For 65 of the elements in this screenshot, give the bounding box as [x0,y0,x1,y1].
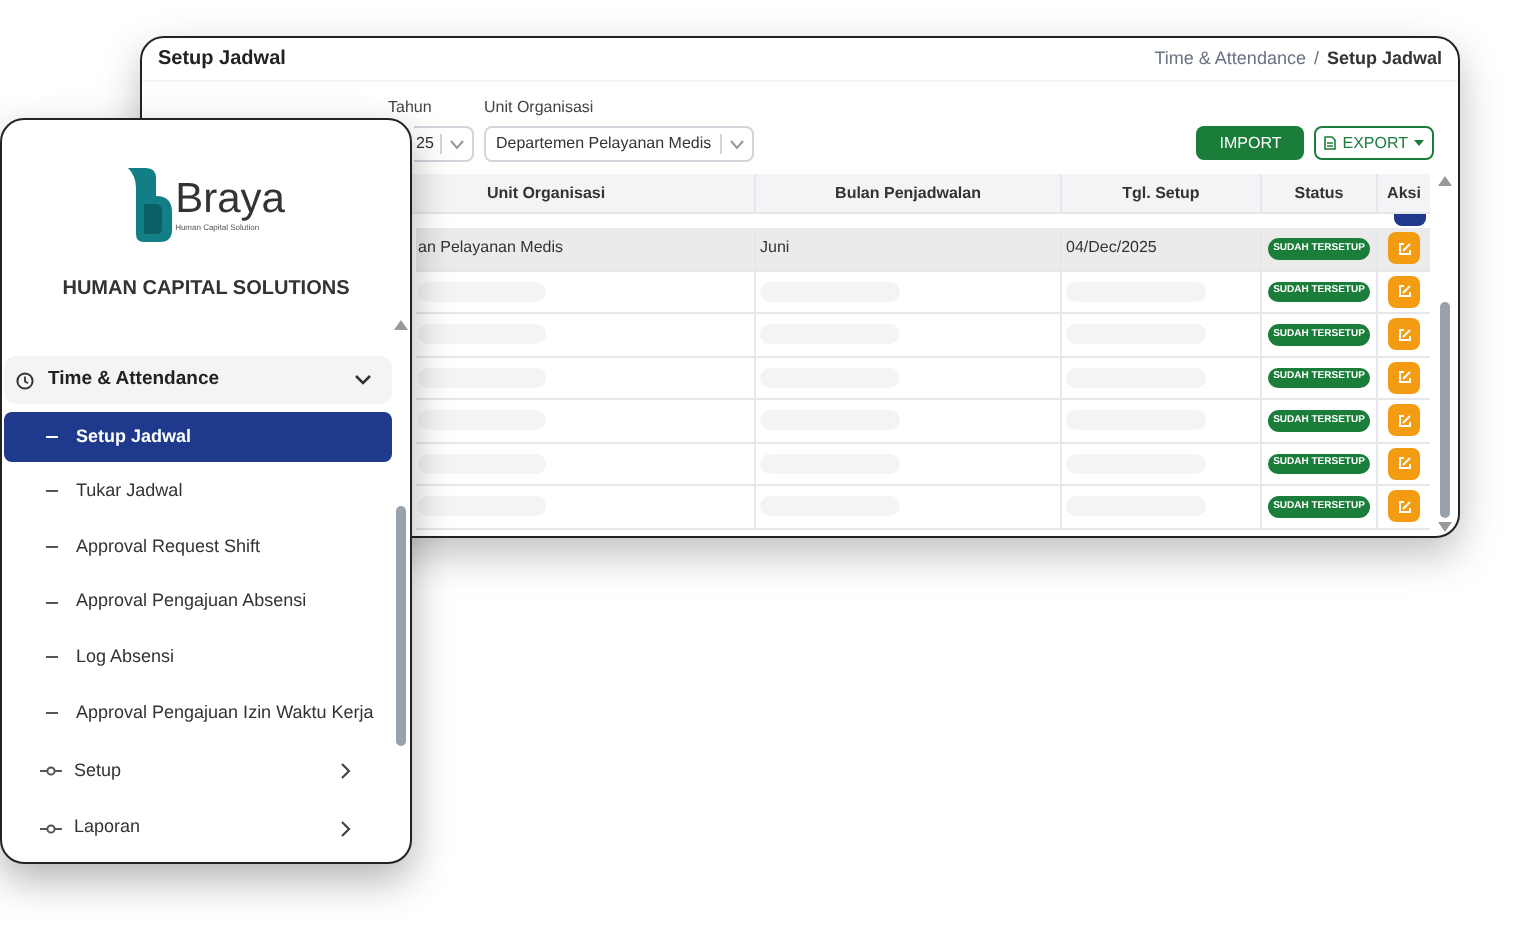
brand-name: Braya [175,178,285,222]
scrollbar-thumb[interactable] [396,506,406,746]
scrollbar-thumb[interactable] [1439,302,1449,518]
scroll-down-icon[interactable] [1437,522,1451,532]
skeleton-placeholder [418,324,546,345]
table-cell: an Pelayanan Medis [418,236,563,261]
edit-button[interactable] [1388,447,1420,480]
edit-icon [1397,241,1411,256]
scroll-up-icon[interactable] [394,320,408,330]
skeleton-placeholder [418,496,546,517]
logo-icon [127,168,172,242]
node-icon [40,766,62,777]
column-header[interactable]: Aksi [1387,181,1421,205]
app-subtitle: HUMAN CAPITAL SOLUTIONS [60,276,352,304]
column-header[interactable]: Unit Organisasi [486,181,606,205]
chevron-down-icon [449,139,464,149]
chevron-down-icon [729,139,744,149]
select-field[interactable]: 25 [414,126,474,162]
action-button[interactable] [1394,214,1426,226]
edit-button[interactable] [1388,318,1420,351]
edit-icon [1397,456,1411,471]
page-title: Setup Jadwal [158,46,286,74]
breadcrumb-current: Setup Jadwal [1326,45,1442,72]
column-header[interactable]: Tgl. Setup [1122,181,1200,205]
menu-group[interactable]: Time & Attendance [4,356,392,404]
submenu-item[interactable]: Approval Pengajuan Izin Waktu Kerja [4,685,392,741]
chevron-right-icon [340,819,352,838]
column-header[interactable]: Bulan Penjadwalan [835,181,981,205]
scroll-up-icon[interactable] [1437,176,1451,186]
edit-icon [1397,499,1411,514]
submenu-item[interactable]: Setup Jadwal [4,412,392,462]
caret-icon [1414,140,1424,146]
edit-button[interactable] [1388,361,1420,394]
breadcrumb-link[interactable]: Time & Attendance [1154,45,1306,73]
field-label: Tahun [388,96,434,120]
document-icon [1324,136,1337,150]
edit-icon [1397,284,1411,299]
export-button[interactable]: EXPORT [1314,126,1434,160]
menu-item[interactable]: Laporan [4,799,392,857]
submenu-item[interactable]: Tukar Jadwal [4,464,392,520]
skeleton-placeholder [418,367,546,388]
menu-item[interactable]: Setup [4,742,392,800]
column-header[interactable]: Status [1294,181,1344,205]
skeleton-placeholder [418,453,546,474]
submenu-item[interactable]: Log Absensi [4,630,392,686]
edit-icon [1397,370,1411,385]
chevron-right-icon [340,762,352,781]
skeleton-placeholder [418,410,546,431]
edit-button[interactable] [1388,490,1420,523]
edit-icon [1397,327,1411,342]
table-cell: 04/Dec/2025 [1066,236,1157,261]
edit-button[interactable] [1388,275,1420,308]
node-icon [40,823,62,834]
edit-icon [1397,413,1411,428]
import-button[interactable]: IMPORT [1196,126,1305,160]
submenu-item[interactable]: Approval Pengajuan Absensi [4,574,392,631]
clock-icon [16,371,34,389]
submenu-item[interactable]: Approval Request Shift [4,519,392,575]
skeleton-placeholder [418,281,546,302]
chevron-down-icon [354,374,372,386]
table-cell: Juni [760,236,790,261]
breadcrumb-separator: / [1313,45,1319,72]
field-label: Unit Organisasi [484,96,596,120]
edit-button[interactable] [1388,404,1420,437]
select-field[interactable]: Departemen Pelayanan Medis [484,126,754,162]
